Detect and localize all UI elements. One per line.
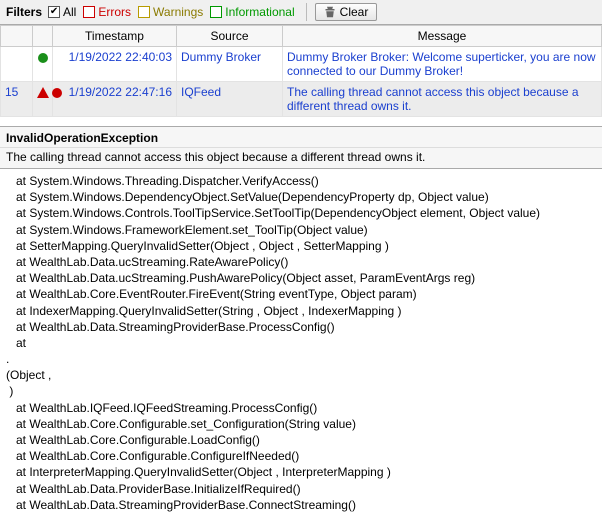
clear-button-label: Clear [340, 5, 369, 19]
exception-summary: The calling thread cannot access this ob… [0, 148, 602, 169]
col-id[interactable] [1, 26, 33, 47]
filters-label: Filters [6, 5, 42, 19]
filter-all-checkbox[interactable]: ✔ All [48, 5, 76, 19]
filter-errors-label: Errors [98, 5, 131, 19]
filter-warnings-checkbox[interactable]: Warnings [138, 5, 203, 19]
unchecked-icon [83, 6, 95, 18]
col-message[interactable]: Message [283, 26, 602, 47]
cell-timestamp: 1/19/2022 22:47:16 [53, 82, 177, 117]
filter-all-label: All [63, 5, 76, 19]
exception-title: InvalidOperationException [0, 127, 602, 148]
stack-trace: at System.Windows.Threading.Dispatcher.V… [0, 169, 602, 523]
cell-message: The calling thread cannot access this ob… [283, 82, 602, 117]
status-ok-icon [38, 53, 48, 63]
col-icon[interactable] [33, 26, 53, 47]
clear-icon [324, 6, 336, 18]
cell-id [1, 47, 33, 82]
cell-status [33, 82, 53, 117]
unchecked-icon [138, 6, 150, 18]
cell-status [33, 47, 53, 82]
toolbar-separator [306, 3, 307, 21]
filter-info-checkbox[interactable]: Informational [210, 5, 294, 19]
filter-warnings-label: Warnings [153, 5, 203, 19]
check-icon: ✔ [48, 6, 60, 18]
table-row[interactable]: 15 1/19/2022 22:47:16 IQFeed The calling… [1, 82, 602, 117]
col-source[interactable]: Source [177, 26, 283, 47]
error-triangle-icon [37, 87, 49, 98]
cell-id: 15 [1, 82, 33, 117]
cell-source: Dummy Broker [177, 47, 283, 82]
panel-splitter[interactable] [0, 117, 602, 127]
table-row[interactable]: 1/19/2022 22:40:03 Dummy Broker Dummy Br… [1, 47, 602, 82]
cell-timestamp: 1/19/2022 22:40:03 [53, 47, 177, 82]
log-table: Timestamp Source Message 1/19/2022 22:40… [0, 25, 602, 117]
filter-info-label: Informational [225, 5, 294, 19]
table-header-row: Timestamp Source Message [1, 26, 602, 47]
cell-source: IQFeed [177, 82, 283, 117]
cell-message: Dummy Broker Broker: Welcome superticker… [283, 47, 602, 82]
unchecked-icon [210, 6, 222, 18]
col-timestamp[interactable]: Timestamp [53, 26, 177, 47]
filter-toolbar: Filters ✔ All Errors Warnings Informatio… [0, 0, 602, 25]
clear-button[interactable]: Clear [315, 3, 378, 21]
filter-errors-checkbox[interactable]: Errors [83, 5, 131, 19]
